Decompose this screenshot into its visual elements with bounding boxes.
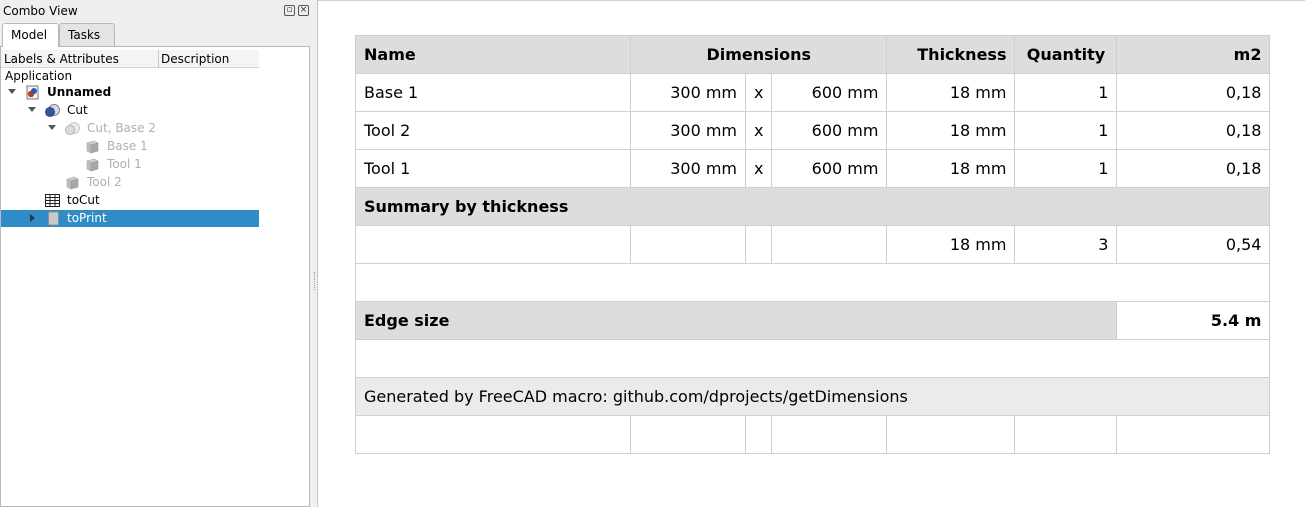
summary-m2[interactable]: 0,54 — [1116, 225, 1271, 264]
tree-item-label: toPrint — [67, 211, 107, 225]
cell-x[interactable]: x — [744, 73, 773, 112]
empty-cell[interactable] — [354, 339, 1271, 378]
cell-dim2[interactable]: 600 mm — [771, 149, 888, 188]
dimensions-table: Name Dimensions Thickness Quantity m2 Ba… — [354, 35, 1271, 454]
edge-size-row: Edge size 5.4 m — [354, 301, 1271, 340]
tree-item-label: Application — [5, 69, 73, 83]
summary-row: 18 mm 3 0,54 — [355, 225, 1271, 264]
tree-item-tool-2[interactable]: Tool 2 — [1, 174, 259, 191]
empty-cell[interactable] — [1116, 415, 1271, 454]
empty-row — [355, 415, 1271, 454]
cell-dim1[interactable]: 300 mm — [630, 111, 746, 150]
close-panel-button[interactable]: × — [298, 5, 309, 16]
footer-row: Generated by FreeCAD macro: github.com/d… — [354, 377, 1271, 416]
summary-title-row: Summary by thickness — [354, 187, 1271, 226]
cell-dim1[interactable]: 300 mm — [630, 73, 746, 112]
combo-view-title: Combo View — [3, 4, 78, 18]
cell-m2[interactable]: 0,18 — [1116, 149, 1271, 188]
tree-item-label: Tool 2 — [87, 175, 122, 189]
empty-cell[interactable] — [771, 415, 888, 454]
cell-quantity[interactable]: 1 — [1014, 149, 1118, 188]
float-panel-button[interactable]: ▫ — [284, 5, 295, 16]
cell-m2[interactable]: 0,18 — [1116, 111, 1271, 150]
spreadsheet-icon — [45, 194, 60, 207]
tab-tasks[interactable]: Tasks — [59, 23, 115, 46]
box-icon — [86, 158, 99, 172]
expand-arrow-icon[interactable] — [8, 89, 16, 94]
table-row: Tool 1 300 mm x 600 mm 18 mm 1 0,18 — [355, 149, 1271, 188]
header-name[interactable]: Name — [355, 35, 631, 74]
header-m2[interactable]: m2 — [1116, 35, 1271, 74]
header-dimensions[interactable]: Dimensions — [629, 35, 888, 74]
tree-item-tool-1[interactable]: Tool 1 — [1, 156, 259, 173]
cell-dim2[interactable]: 600 mm — [771, 73, 888, 112]
empty-cell[interactable] — [630, 225, 746, 264]
cut-icon — [65, 122, 80, 135]
cell-name[interactable]: Base 1 — [355, 73, 631, 112]
cell-x[interactable]: x — [744, 149, 773, 188]
tree-item-unnamed[interactable]: Unnamed — [1, 84, 259, 101]
document-icon — [26, 85, 39, 100]
cell-thickness[interactable]: 18 mm — [886, 149, 1016, 188]
tree-item-tocut[interactable]: toCut — [1, 192, 259, 209]
box-icon — [86, 140, 99, 154]
tree-item-toprint[interactable]: toPrint — [1, 210, 259, 227]
cell-quantity[interactable]: 1 — [1014, 73, 1118, 112]
empty-cell[interactable] — [886, 415, 1016, 454]
tab-model[interactable]: Model — [2, 23, 59, 47]
table-header-row: Name Dimensions Thickness Quantity m2 — [355, 35, 1271, 74]
generated-by-note[interactable]: Generated by FreeCAD macro: github.com/d… — [354, 377, 1271, 416]
tree-item-application[interactable]: Application — [1, 68, 259, 85]
table-row: Base 1 300 mm x 600 mm 18 mm 1 0,18 — [355, 73, 1271, 112]
edge-size-label[interactable]: Edge size — [354, 301, 1118, 340]
empty-cell[interactable] — [354, 263, 1271, 302]
tree-item-label: Cut, Base 2 — [87, 121, 156, 135]
header-quantity[interactable]: Quantity — [1014, 35, 1118, 74]
tree-item-label: Cut — [67, 103, 88, 117]
page-icon — [48, 211, 59, 226]
table-row: Tool 2 300 mm x 600 mm 18 mm 1 0,18 — [355, 111, 1271, 150]
summary-thickness[interactable]: 18 mm — [886, 225, 1016, 264]
tree-item-cut-base-2[interactable]: Cut, Base 2 — [1, 120, 259, 137]
tree-item-base-1[interactable]: Base 1 — [1, 138, 259, 155]
tree-item-label: Unnamed — [47, 85, 112, 99]
empty-cell[interactable] — [744, 225, 773, 264]
cell-dim1[interactable]: 300 mm — [630, 149, 746, 188]
summary-title[interactable]: Summary by thickness — [354, 187, 1271, 226]
spreadsheet-view: Name Dimensions Thickness Quantity m2 Ba… — [318, 0, 1305, 507]
expand-arrow-icon[interactable] — [48, 125, 56, 130]
header-thickness[interactable]: Thickness — [886, 35, 1016, 74]
combo-view-panel: Combo View ▫ × Model Tasks Labels & Attr… — [0, 0, 312, 507]
empty-row — [354, 339, 1271, 378]
cell-m2[interactable]: 0,18 — [1116, 73, 1271, 112]
tree-item-label: Base 1 — [107, 139, 148, 153]
tree-item-label: toCut — [67, 193, 100, 207]
tree-item-cut[interactable]: Cut — [1, 102, 259, 119]
edge-size-value[interactable]: 5.4 m — [1116, 301, 1271, 340]
column-labels-attributes[interactable]: Labels & Attributes — [4, 52, 119, 66]
model-tree: Labels & Attributes Description Applicat… — [0, 46, 310, 507]
summary-quantity[interactable]: 3 — [1014, 225, 1118, 264]
tree-item-label: Tool 1 — [107, 157, 142, 171]
cell-quantity[interactable]: 1 — [1014, 111, 1118, 150]
cell-thickness[interactable]: 18 mm — [886, 73, 1016, 112]
empty-row — [354, 263, 1271, 302]
box-icon — [66, 176, 79, 190]
cell-dim2[interactable]: 600 mm — [771, 111, 888, 150]
collapse-arrow-icon[interactable] — [30, 214, 35, 222]
empty-cell[interactable] — [355, 225, 631, 264]
empty-cell[interactable] — [355, 415, 631, 454]
cut-icon — [45, 104, 60, 117]
cell-name[interactable]: Tool 2 — [355, 111, 631, 150]
empty-cell[interactable] — [744, 415, 773, 454]
expand-arrow-icon[interactable] — [28, 107, 36, 112]
cell-thickness[interactable]: 18 mm — [886, 111, 1016, 150]
empty-cell[interactable] — [771, 225, 888, 264]
cell-name[interactable]: Tool 1 — [355, 149, 631, 188]
cell-x[interactable]: x — [744, 111, 773, 150]
empty-cell[interactable] — [630, 415, 746, 454]
column-description[interactable]: Description — [161, 52, 229, 66]
tree-header: Labels & Attributes Description — [1, 50, 259, 68]
empty-cell[interactable] — [1014, 415, 1118, 454]
